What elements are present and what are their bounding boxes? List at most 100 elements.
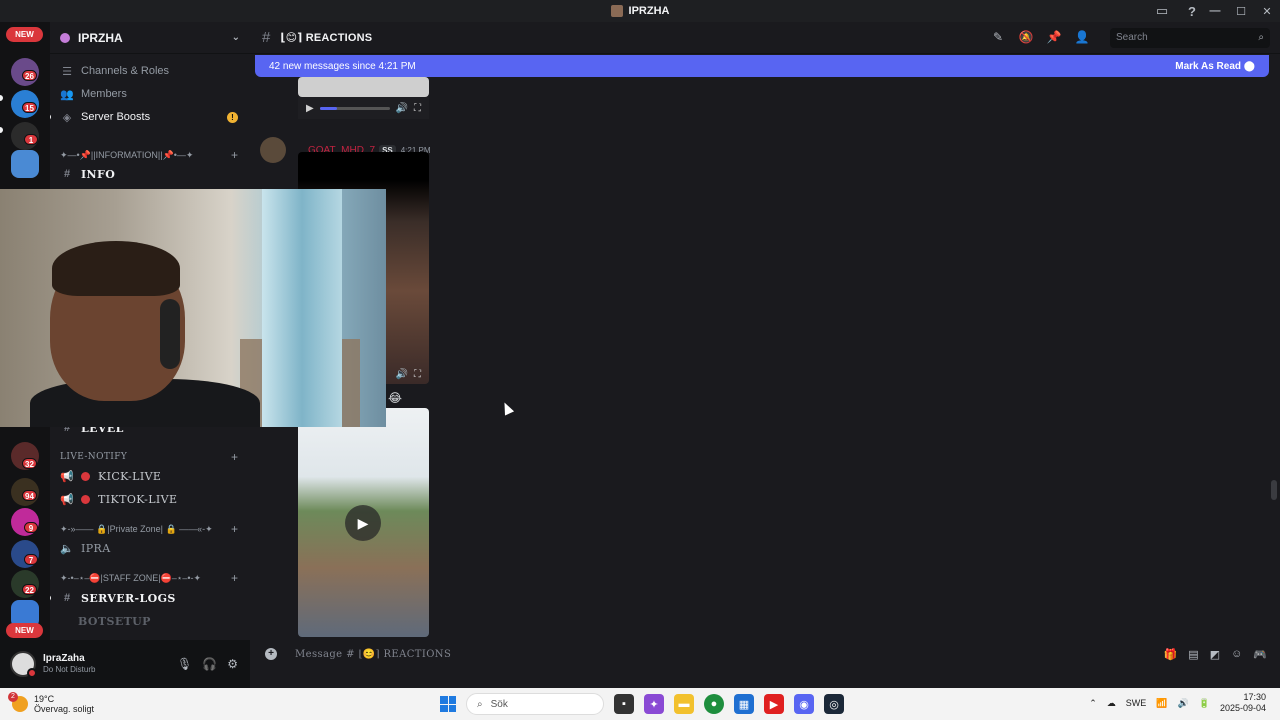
channel-ipra[interactable]: 🔈 IPRA <box>50 537 250 559</box>
gift-icon[interactable]: 🎁 <box>1164 648 1178 661</box>
unread-badge: 15 <box>22 102 37 113</box>
threads-icon[interactable]: ✎ <box>990 30 1006 46</box>
headphones-icon[interactable]: 🎧 <box>202 657 217 671</box>
search-placeholder: Search <box>1116 32 1148 43</box>
unread-pill <box>0 127 3 133</box>
gear-icon[interactable]: ⚙ <box>227 657 238 671</box>
pin-icon[interactable]: 📌 <box>1046 30 1062 46</box>
sidebar-item-label: Server Boosts <box>81 111 151 123</box>
chevron-down-icon[interactable]: ⌄ <box>232 32 240 43</box>
channel-label: SERVER-LOGS <box>81 591 176 605</box>
app-icon <box>610 5 623 17</box>
microphone-icon[interactable]: 🎙 <box>177 657 192 671</box>
volume-icon[interactable]: 🔊 <box>1178 698 1189 709</box>
play-icon[interactable]: ▶ <box>306 103 314 114</box>
language-indicator[interactable]: SWE <box>1126 698 1147 708</box>
steam-icon[interactable]: ◎ <box>824 694 844 714</box>
youtube-icon[interactable]: ▶ <box>764 694 784 714</box>
battery-icon[interactable]: 🔋 <box>1199 698 1210 709</box>
channel-info[interactable]: # INFO <box>50 163 250 185</box>
unread-badge: 1 <box>24 134 38 145</box>
add-channel-icon[interactable]: + <box>231 450 238 464</box>
new-messages-text: 42 new messages since 4:21 PM <box>269 60 416 72</box>
mute-icon[interactable]: 🔕 <box>1018 30 1034 46</box>
network-tray-icon[interactable]: ☁ <box>1107 698 1116 709</box>
maximize-button[interactable]: ☐ <box>1228 5 1254 18</box>
add-channel-icon[interactable]: + <box>231 522 238 536</box>
volume-icon[interactable]: 🔊 <box>396 103 408 114</box>
channel-kick-live[interactable]: 📢 KICK-LIVE <box>50 465 250 487</box>
search-input[interactable]: Search ⌕ <box>1110 28 1270 48</box>
member-list-icon[interactable]: 👤 <box>1074 30 1090 46</box>
server-header[interactable]: IPRZHA ⌄ <box>50 22 250 54</box>
server-emblem-icon <box>60 32 70 43</box>
taskbar-search[interactable]: ⌕ Sök <box>466 693 604 715</box>
taskbar-search-label: Sök <box>490 698 508 710</box>
start-button[interactable] <box>440 696 456 712</box>
help-icon[interactable]: ? <box>1184 3 1200 19</box>
search-icon: ⌕ <box>477 698 483 710</box>
sticker-icon[interactable]: ◩ <box>1210 648 1220 661</box>
volume-icon[interactable]: 🔊 <box>396 369 408 380</box>
avatar[interactable] <box>10 651 37 678</box>
taskbar: 2 19°C Övervag. soligt ⌕ Sök ▪ ✦ ▬ ● ▦ ▶ … <box>0 688 1280 720</box>
taskbar-apps: ⌕ Sök ▪ ✦ ▬ ● ▦ ▶ ◉ ◎ <box>440 693 844 715</box>
reaction-emoji-icon[interactable]: 😂 <box>388 391 402 405</box>
add-attachment-icon[interactable]: + <box>265 648 277 660</box>
fullscreen-icon[interactable]: ⛶ <box>414 369 421 380</box>
weather-widget[interactable]: 2 19°C Övervag. soligt <box>8 692 94 714</box>
channel-tiktok-live[interactable]: 📢 TIKTOK-LIVE <box>50 488 250 510</box>
discord-icon[interactable]: ◉ <box>794 694 814 714</box>
sidebar-item-server-boosts[interactable]: ◈ Server Boosts ! <box>50 106 250 128</box>
sidebar-item-members[interactable]: 👥 Members <box>50 83 250 105</box>
activities-icon[interactable]: 🎮 <box>1253 648 1267 661</box>
video-progress[interactable] <box>319 106 390 110</box>
chevron-up-icon[interactable]: ⌃ <box>1089 698 1097 709</box>
store-icon[interactable]: ▦ <box>734 694 754 714</box>
headphones-icon <box>160 299 180 369</box>
scrollbar[interactable] <box>1271 480 1277 500</box>
clock-date: 2025-09-04 <box>1219 703 1266 713</box>
clock[interactable]: 17:30 2025-09-04 <box>1220 692 1266 714</box>
add-channel-icon[interactable]: + <box>231 571 238 585</box>
channel-server-logs[interactable]: # SERVER-LOGS <box>50 587 250 609</box>
unread-badge: 9 <box>24 522 38 533</box>
play-icon[interactable]: ▶ <box>345 505 381 541</box>
new-messages-bar[interactable]: 42 new messages since 4:21 PM Mark As Re… <box>255 55 1269 77</box>
background-curtain <box>262 189 342 427</box>
category-staff-zone[interactable]: ✦-•–⋆–⛔|STAFF ZONE|⛔–⋆–•-✦ + <box>50 567 250 589</box>
server-icon[interactable] <box>11 150 39 178</box>
emoji-icon[interactable]: ☺ <box>1231 648 1242 661</box>
wifi-icon[interactable]: 📶 <box>1156 698 1167 709</box>
category-label: ✦-»—— 🔒|Private Zone| 🔒 ——«-✦ <box>60 523 213 534</box>
chrome-icon[interactable]: ● <box>704 694 724 714</box>
megaphone-icon: 📢 <box>60 493 74 506</box>
title-actions: ▭ ? <box>1154 3 1200 19</box>
mark-as-read-label: Mark As Read <box>1175 60 1242 72</box>
video-embed[interactable] <box>298 77 429 97</box>
file-explorer-icon[interactable]: ▬ <box>674 694 694 714</box>
user-info[interactable]: IpraZaha Do Not Disturb <box>43 653 95 675</box>
channel-label: BOTSETUP <box>78 614 151 628</box>
mark-as-read-button[interactable]: Mark As Read ⬤ <box>1175 61 1255 72</box>
message-input[interactable]: Message # ⌊😊⌉ REACTIONS <box>295 649 451 660</box>
screen-share-icon[interactable]: ▭ <box>1154 3 1170 19</box>
username: IpraZaha <box>43 653 85 664</box>
message-composer[interactable]: + Message # ⌊😊⌉ REACTIONS 🎁 ▤ ◩ ☺ 🎮 <box>255 642 1273 666</box>
channel-botsetup[interactable]: BOTSETUP <box>50 610 250 632</box>
minimize-button[interactable]: — <box>1202 5 1228 17</box>
fullscreen-icon[interactable]: ⛶ <box>414 103 421 114</box>
channel-title: ⌊😊⌉ REACTIONS <box>280 32 373 44</box>
sidebar-item-channels-roles[interactable]: ☰ Channels & Roles <box>50 60 250 82</box>
task-view-icon[interactable]: ▪ <box>614 694 634 714</box>
live-dot-icon <box>81 494 90 504</box>
window-titlebar: IPRZHA ▭ ? — ☐ ✕ <box>0 0 1280 22</box>
unread-badge: 7 <box>24 554 38 565</box>
copilot-icon[interactable]: ✦ <box>644 694 664 714</box>
gif-icon[interactable]: ▤ <box>1188 648 1198 661</box>
add-channel-icon[interactable]: + <box>231 148 238 162</box>
video-embed[interactable]: ▶ <box>298 408 429 637</box>
avatar[interactable] <box>260 137 286 163</box>
user-status: Do Not Disturb <box>43 665 96 674</box>
close-button[interactable]: ✕ <box>1254 5 1280 18</box>
